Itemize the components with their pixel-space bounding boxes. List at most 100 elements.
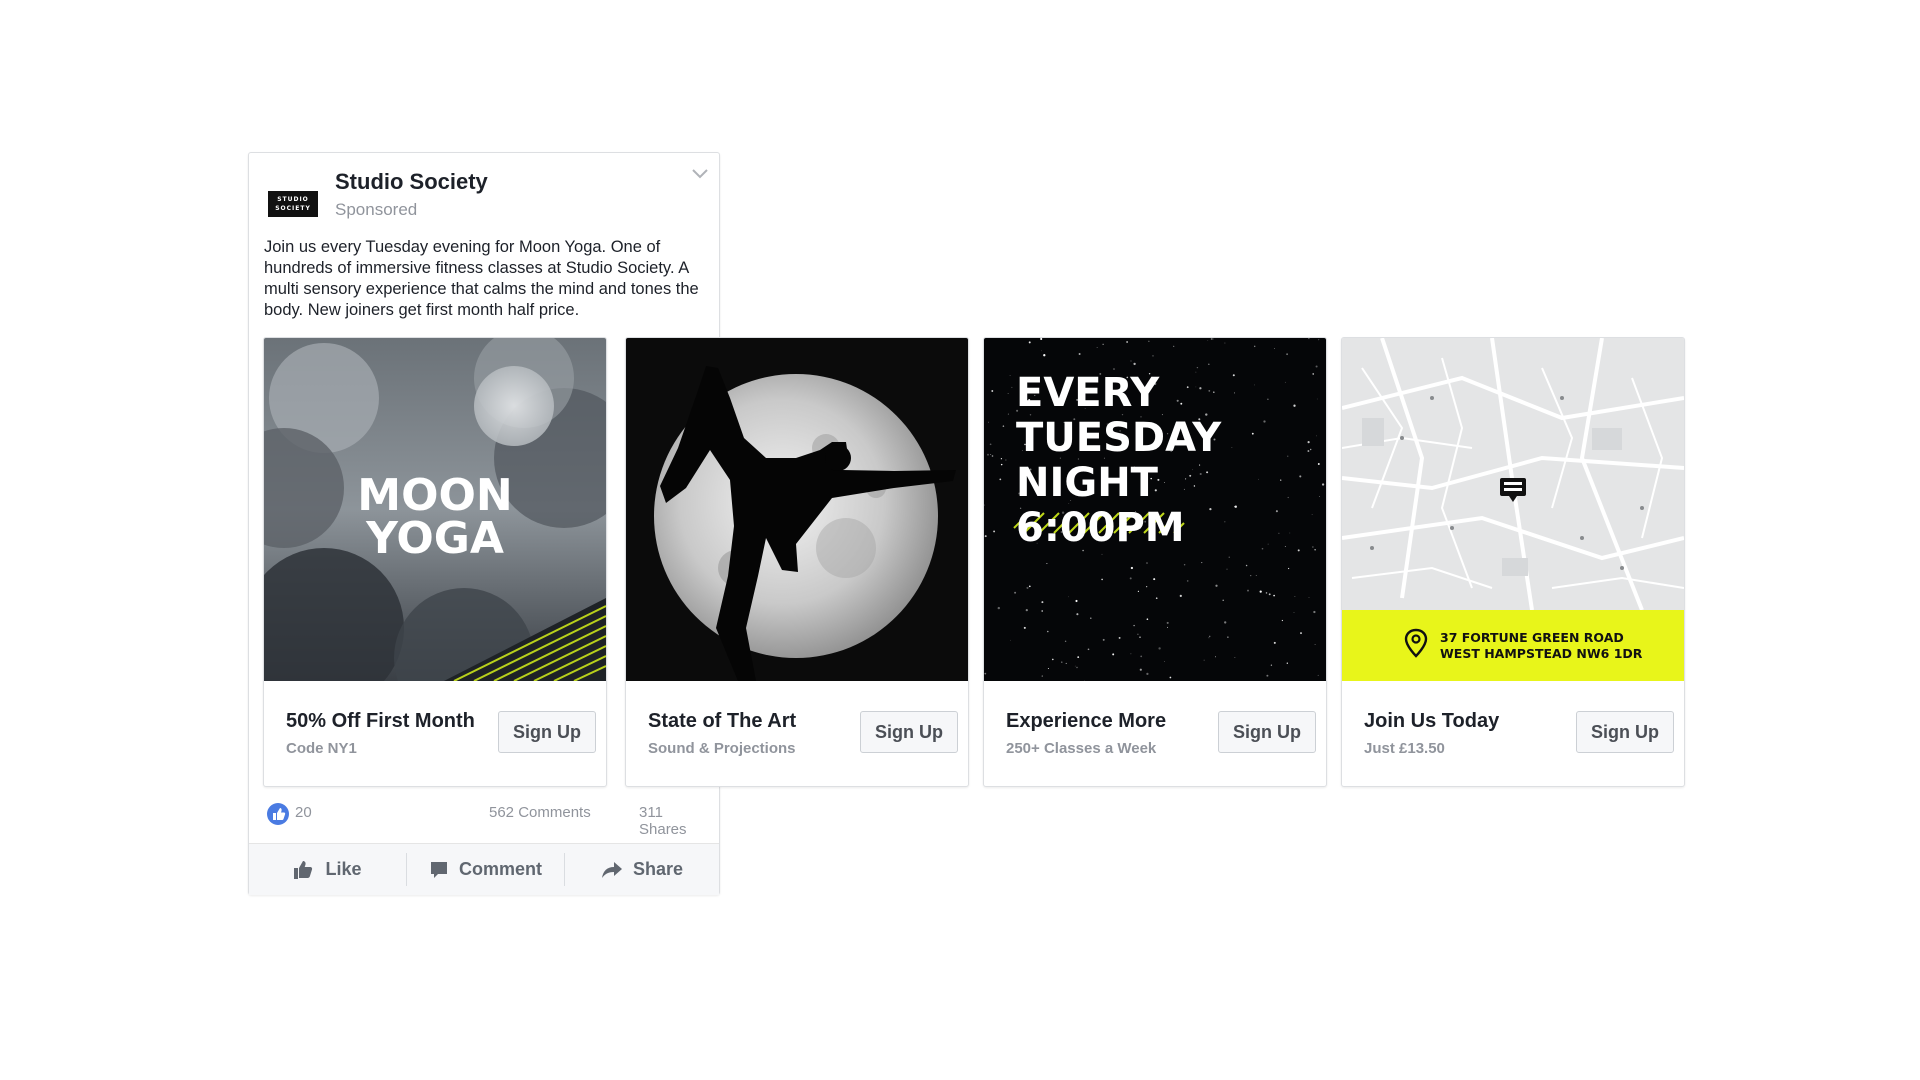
star (1076, 613, 1079, 616)
star (1140, 655, 1143, 658)
star (1028, 341, 1031, 344)
star (1234, 657, 1236, 658)
star (1234, 505, 1237, 508)
address-line-2: WEST HAMPSTEAD NW6 1DR (1440, 646, 1643, 661)
star (1061, 661, 1063, 663)
star (1210, 338, 1213, 340)
star (1007, 413, 1009, 415)
carousel-card-2[interactable]: State of The Art Sound & Projections Sig… (625, 337, 969, 787)
star (1318, 339, 1320, 341)
star (1209, 635, 1211, 637)
star (1096, 347, 1098, 348)
like-reaction-icon[interactable] (267, 803, 289, 825)
sign-up-button[interactable]: Sign Up (1218, 711, 1316, 753)
page-name[interactable]: Studio Society (335, 169, 488, 195)
star (1287, 496, 1289, 499)
comments-count[interactable]: 562 Comments (489, 804, 591, 821)
star (1130, 653, 1132, 655)
star (1267, 543, 1269, 545)
star (1300, 632, 1302, 635)
star (1286, 353, 1288, 356)
star (984, 672, 987, 675)
star (1313, 610, 1316, 614)
star (1146, 672, 1149, 676)
star (1002, 425, 1005, 427)
carousel-card-3[interactable]: EVERY TUESDAY NIGHT 6:00PM Experience Mo… (983, 337, 1327, 787)
carousel-card-4[interactable]: 37 FORTUNE GREEN ROAD WEST HAMPSTEAD NW6… (1341, 337, 1685, 787)
star (1258, 478, 1259, 480)
comment-button[interactable]: Comment (407, 844, 564, 895)
star (1316, 435, 1317, 437)
star (1224, 521, 1226, 523)
moon-yoga-line-2: YOGA (365, 513, 504, 564)
star (1308, 597, 1310, 598)
card-subtitle: Sound & Projections (648, 740, 796, 757)
card-title[interactable]: Experience More (1006, 710, 1166, 733)
star (1195, 386, 1197, 388)
star (1009, 375, 1011, 377)
star (1203, 659, 1205, 661)
sponsored-label[interactable]: Sponsored (335, 200, 417, 220)
star (1133, 362, 1136, 366)
star (1293, 404, 1296, 407)
reactions-bar: 20 562 Comments 311 Shares (267, 801, 705, 838)
star (1137, 590, 1139, 592)
card-image-map[interactable]: 37 FORTUNE GREEN ROAD WEST HAMPSTEAD NW6… (1342, 338, 1684, 681)
star (1164, 482, 1166, 484)
share-arrow-icon (601, 861, 622, 878)
star (1010, 639, 1011, 641)
like-count[interactable]: 20 (295, 804, 312, 821)
star (1201, 562, 1203, 564)
star (1222, 599, 1224, 602)
share-label: Share (632, 859, 684, 879)
sign-up-button[interactable]: Sign Up (498, 711, 596, 753)
sign-up-button[interactable]: Sign Up (860, 711, 958, 753)
star (1196, 366, 1199, 369)
star (1130, 566, 1134, 570)
star (1101, 578, 1103, 581)
card-title[interactable]: 50% Off First Month (286, 710, 475, 733)
star (987, 453, 989, 456)
star (1158, 647, 1161, 650)
star (1253, 384, 1255, 386)
card-image-every-tuesday[interactable]: EVERY TUESDAY NIGHT 6:00PM (984, 338, 1326, 681)
star (1206, 471, 1209, 474)
star (1226, 568, 1228, 570)
sign-up-button[interactable]: Sign Up (1576, 711, 1674, 753)
star (1317, 674, 1319, 676)
card-image-moon-yoga[interactable]: MOON YOGA (264, 338, 606, 681)
star (1152, 355, 1154, 357)
star (1266, 674, 1269, 677)
star (1051, 658, 1054, 661)
star (1314, 549, 1316, 551)
star (1289, 532, 1291, 534)
star (990, 454, 992, 456)
card-title[interactable]: Join Us Today (1364, 710, 1499, 733)
star (1294, 595, 1296, 597)
star (1041, 350, 1043, 352)
shares-count[interactable]: 311 Shares (639, 804, 705, 838)
star (1199, 472, 1202, 476)
star (1281, 619, 1284, 622)
star (1312, 373, 1314, 375)
card-title[interactable]: State of The Art (648, 710, 796, 733)
share-button[interactable]: Share (565, 844, 719, 895)
star (1192, 469, 1194, 471)
star (1275, 510, 1278, 513)
star (1278, 532, 1280, 534)
like-button[interactable]: Like (249, 844, 406, 895)
carousel-card-1[interactable]: MOON YOGA 50% Off First Month Code NY1 S… (263, 337, 607, 787)
star (1166, 626, 1169, 628)
star (1208, 363, 1210, 366)
address-line-1: 37 FORTUNE GREEN ROAD (1440, 630, 1624, 645)
star (1311, 514, 1313, 515)
star (1212, 338, 1214, 340)
star (1199, 387, 1202, 390)
star (1164, 661, 1165, 662)
card-image-yoga-silhouette[interactable] (626, 338, 968, 681)
star (993, 530, 996, 533)
chevron-down-icon[interactable] (689, 163, 711, 185)
page-logo[interactable]: STUDIO SOCIETY (268, 191, 318, 217)
star (1129, 577, 1132, 580)
star (1074, 665, 1076, 667)
